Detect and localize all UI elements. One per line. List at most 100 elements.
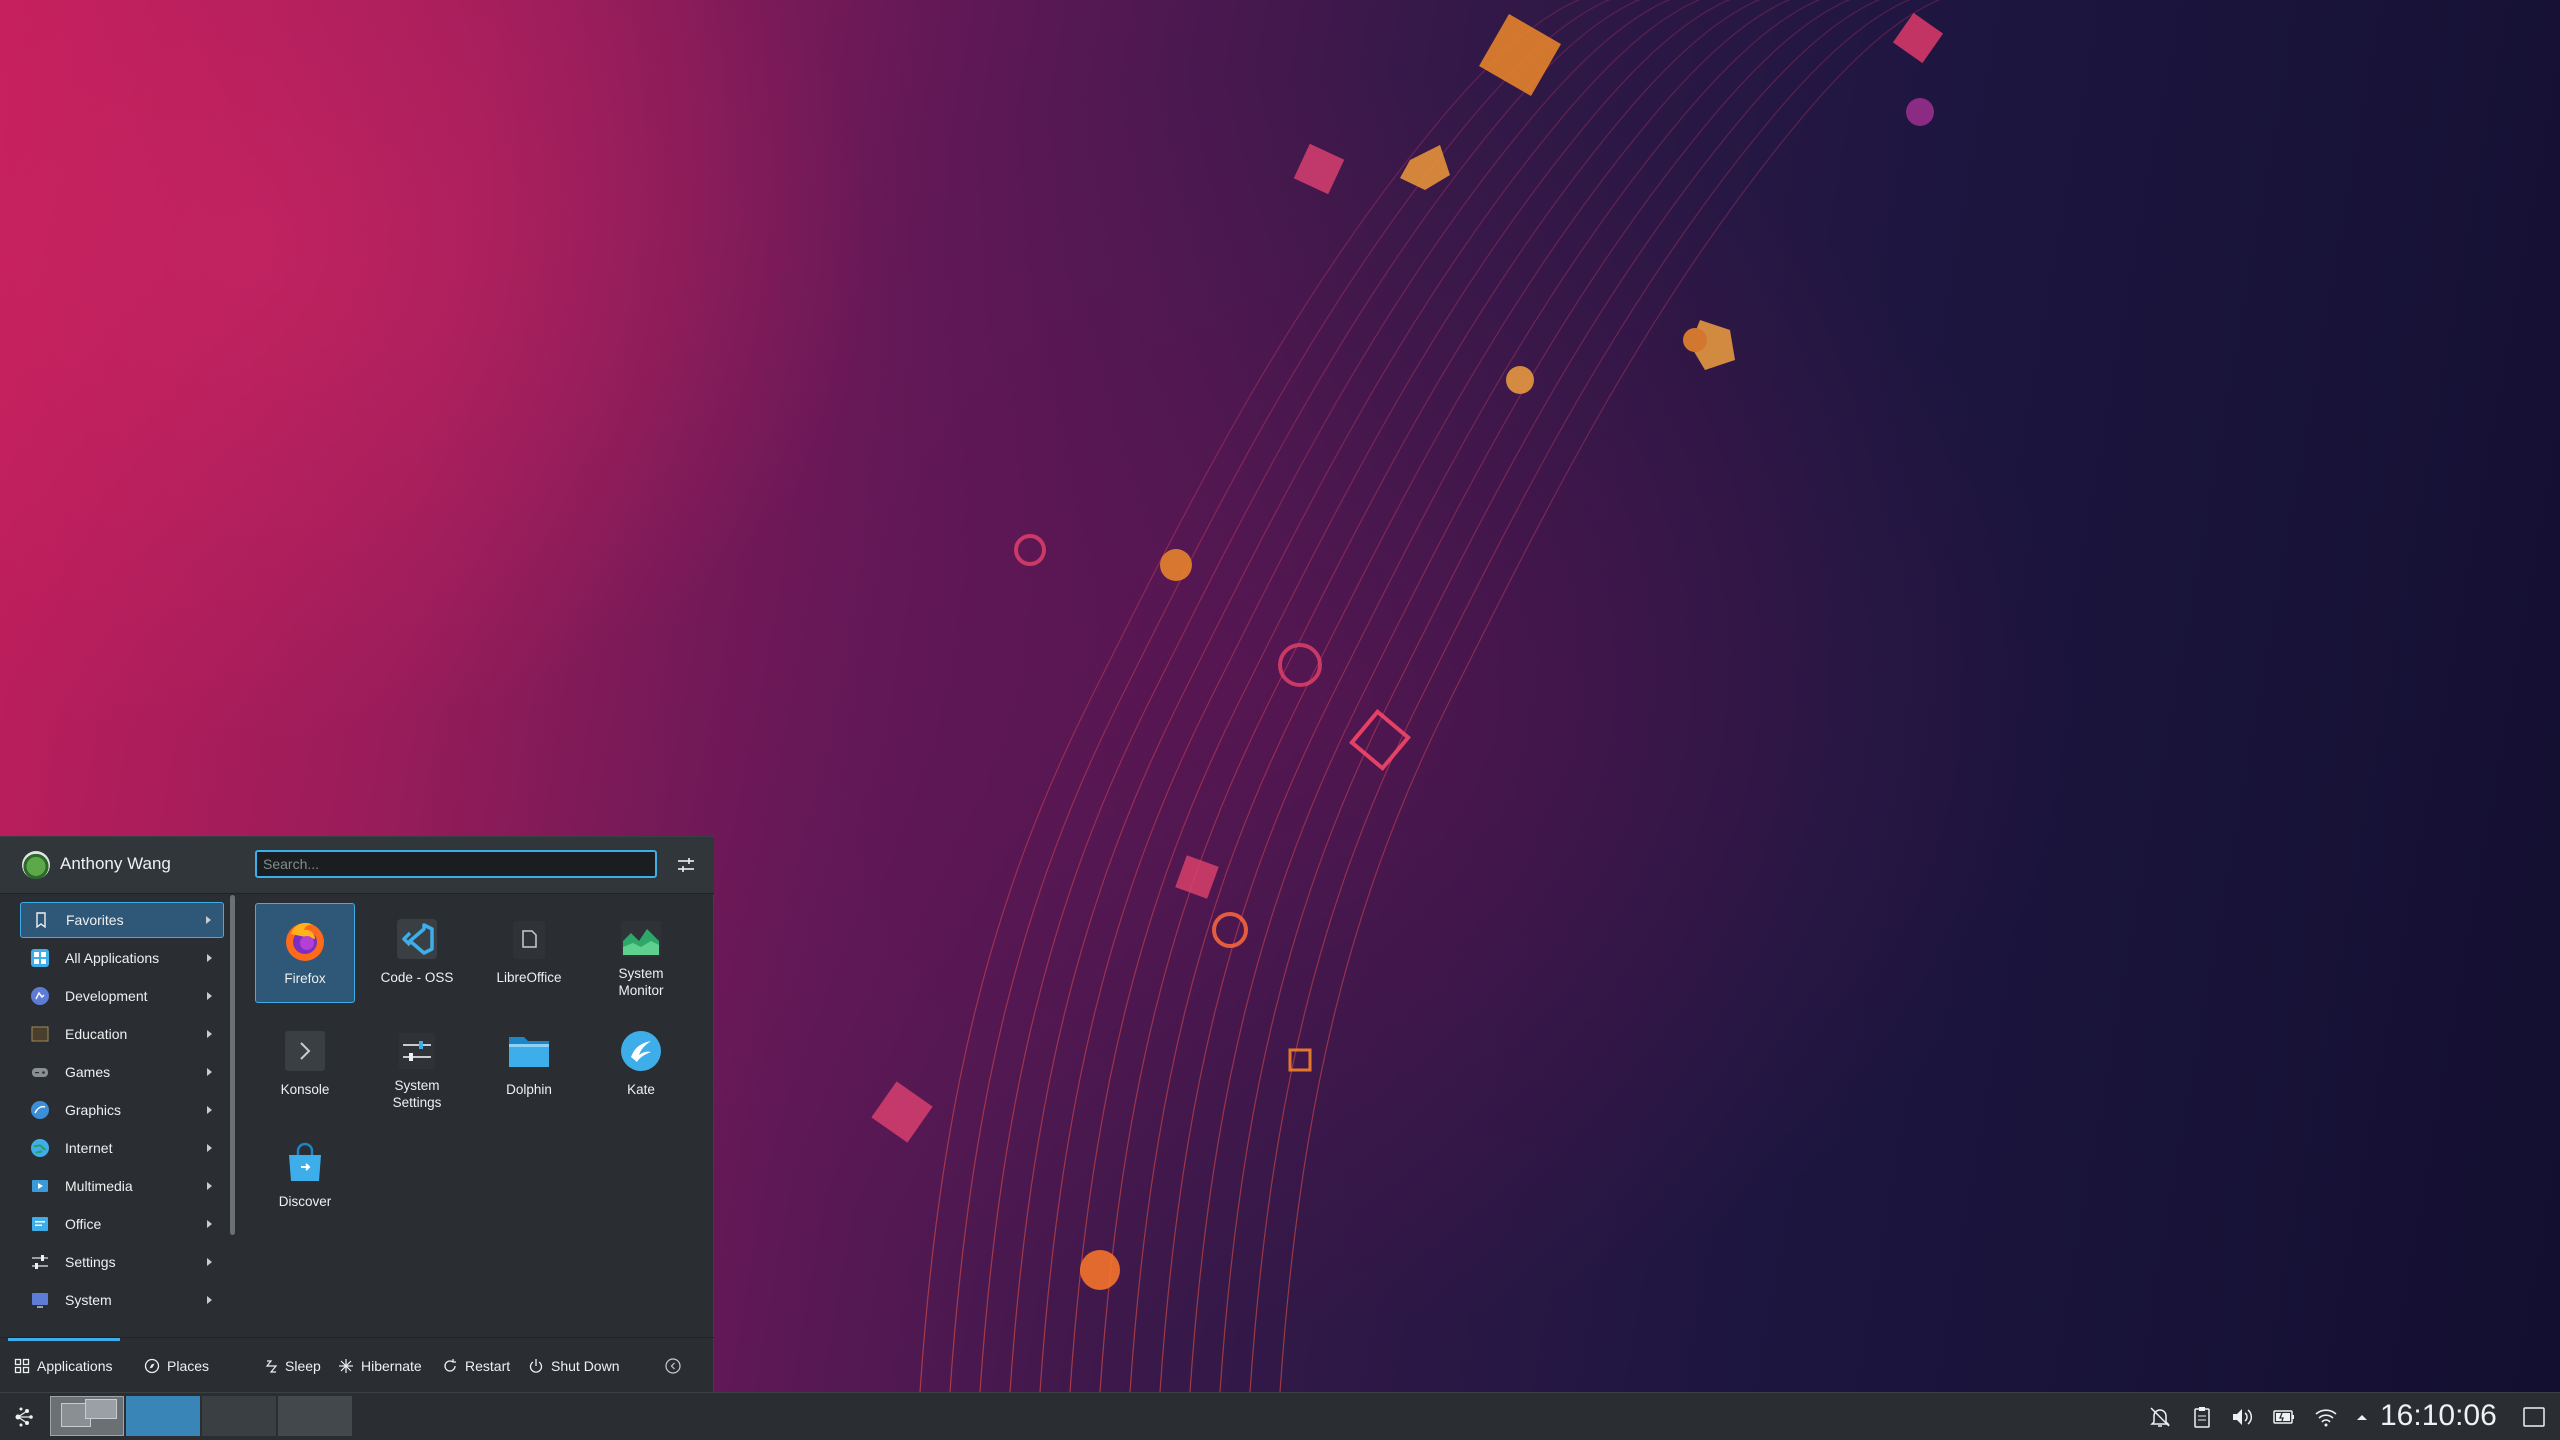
taskbar-panel: 16:10:06 [0,1392,2560,1440]
configure-icon[interactable] [672,851,700,879]
volume-icon[interactable] [2230,1405,2254,1429]
chevron-right-icon [207,992,212,1000]
app-konsole[interactable]: Konsole [255,1015,355,1115]
terminal-icon [285,1031,325,1071]
desktop-3[interactable] [202,1396,276,1436]
applications-icon [14,1358,30,1374]
more-power-options-button[interactable] [664,1352,689,1380]
tab-label: Places [167,1358,210,1374]
desktop-2[interactable] [126,1396,200,1436]
favorites-grid: Firefox Code - OSS LibreOffice System Mo… [250,893,714,1323]
category-all-applications[interactable]: All Applications [20,940,224,976]
category-graphics[interactable]: Graphics [20,1092,224,1128]
folder-icon [509,1037,549,1067]
category-label: Settings [65,1254,116,1270]
kate-icon [621,1031,661,1071]
graphics-icon [31,1101,49,1119]
app-label: Kate [627,1082,655,1097]
category-system[interactable]: System [20,1282,224,1318]
category-settings[interactable]: Settings [20,1244,224,1280]
app-label: Firefox [284,971,326,986]
launcher-header: Anthony Wang [0,837,714,894]
app-discover[interactable]: Discover [255,1127,355,1227]
chevron-up-icon[interactable] [2350,1405,2374,1429]
vscode-icon [397,919,437,959]
active-tab-indicator [8,1338,120,1341]
app-kate[interactable]: Kate [591,1015,691,1115]
category-education[interactable]: Education [20,1016,224,1052]
search-input[interactable] [255,850,657,878]
office-icon [32,1217,48,1231]
chevron-right-icon [207,1296,212,1304]
launcher-footer: Applications Places Sleep Hibernate Rest… [0,1337,714,1394]
category-multimedia[interactable]: Multimedia [20,1168,224,1204]
app-label: Code - OSS [380,970,454,985]
shutdown-button[interactable]: Shut Down [528,1352,619,1380]
system-icon [32,1293,48,1308]
user-name[interactable]: Anthony Wang [60,854,171,874]
multimedia-icon [32,1180,48,1192]
chevron-right-icon [207,954,212,962]
desktop-4[interactable] [278,1396,352,1436]
category-label: System [65,1292,112,1308]
application-launcher-icon[interactable] [10,1403,38,1431]
digital-clock[interactable]: 16:10:06 [2380,1399,2497,1433]
notifications-icon[interactable] [2148,1405,2172,1429]
grid-icon [31,949,49,967]
category-development[interactable]: Development [20,978,224,1014]
category-label: Favorites [66,912,124,928]
store-icon [289,1142,321,1181]
tab-applications[interactable]: Applications [14,1352,113,1380]
bookmark-icon [36,912,46,929]
app-label: Dolphin [506,1082,552,1097]
app-system-monitor[interactable]: System Monitor [591,903,691,1003]
libreoffice-icon [513,921,545,959]
hibernate-icon [339,1359,353,1373]
category-favorites[interactable]: Favorites [20,902,224,938]
app-label: LibreOffice [496,970,562,985]
category-label: Games [65,1064,111,1080]
app-code-oss[interactable]: Code - OSS [367,903,467,1003]
chevron-right-icon [206,916,211,924]
user-avatar[interactable] [22,851,50,879]
power-icon [529,1359,543,1373]
hibernate-button[interactable]: Hibernate [338,1352,422,1380]
app-label: Discover [278,1194,332,1209]
education-icon [31,1026,49,1042]
application-launcher: Anthony Wang Favorites All Applications … [0,836,714,1392]
category-label: Development [65,988,148,1004]
button-label: Sleep [285,1358,321,1374]
battery-icon[interactable] [2272,1405,2296,1429]
app-label: Konsole [280,1082,330,1097]
system-settings-icon [399,1033,435,1069]
show-desktop-icon[interactable] [2522,1405,2546,1429]
virtual-desktop-pager [50,1396,354,1438]
category-games[interactable]: Games [20,1054,224,1090]
tab-places[interactable]: Places [144,1352,209,1380]
clipboard-icon[interactable] [2190,1405,2214,1429]
tab-label: Applications [37,1358,113,1374]
wifi-icon[interactable] [2314,1405,2338,1429]
category-scrollbar[interactable] [230,895,235,1235]
category-label: Internet [65,1140,113,1156]
app-dolphin[interactable]: Dolphin [479,1015,579,1115]
button-label: Hibernate [361,1358,422,1374]
category-label: Office [65,1216,102,1232]
desktop-1[interactable] [50,1396,124,1436]
sleep-button[interactable]: Sleep [262,1352,321,1380]
category-list: Favorites All Applications Development E… [0,893,230,1323]
category-office[interactable]: Office [20,1206,224,1242]
sleep-icon [265,1360,278,1373]
category-label: Multimedia [65,1178,133,1194]
category-internet[interactable]: Internet [20,1130,224,1166]
app-system-settings[interactable]: System Settings [367,1015,467,1115]
app-firefox[interactable]: Firefox [255,903,355,1003]
system-monitor-icon [621,921,661,957]
development-icon [31,987,49,1005]
gamepad-icon [32,1068,48,1077]
app-libreoffice[interactable]: LibreOffice [479,903,579,1003]
restart-button[interactable]: Restart [442,1352,510,1380]
restart-icon [444,1359,456,1372]
settings-icon [32,1255,48,1269]
chevron-right-icon [207,1030,212,1038]
